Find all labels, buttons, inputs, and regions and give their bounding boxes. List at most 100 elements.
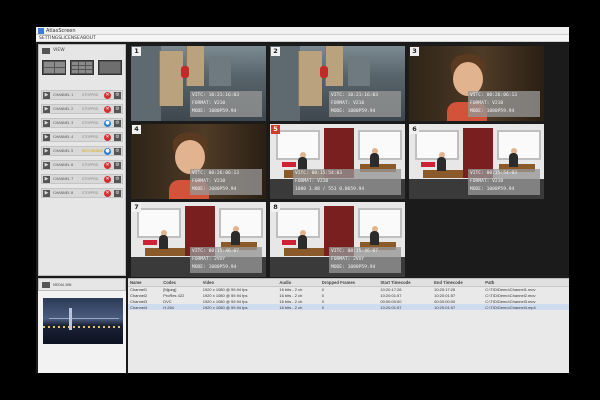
channel-name: CHANNEL 6 [53, 163, 74, 167]
gear-icon[interactable]: ⚙ [114, 120, 121, 127]
mode-line: MODE: 1080P59.94 [331, 265, 376, 270]
layout-3x3-button[interactable] [70, 60, 94, 75]
column-header[interactable]: End Timecode [432, 279, 484, 287]
signal-info-overlay: VITC: 00:15:54:03 FORMAT: V210 1080 1.08 /… [293, 169, 401, 195]
mode-line: MODE: 1080P59.94 [331, 109, 376, 114]
gear-icon[interactable]: ⚙ [114, 92, 121, 99]
vitc-line: VITC: 00:15:46:07 [331, 249, 379, 254]
channel-status: STOPPED [82, 135, 99, 139]
channel-preview-tile[interactable]: 3 VITC: 00:26:06:13 FORMAT: V210 MODE: 1080… [409, 46, 544, 121]
layout-2x2-button[interactable] [42, 60, 66, 75]
menu-settings[interactable]: SETTINGS [39, 35, 61, 42]
table-cell: C:\TID\Demo\Channel4.mp4 [483, 304, 569, 310]
menu-about[interactable]: ABOUT [80, 35, 96, 42]
channel-name: CHANNEL 2 [53, 107, 74, 111]
channel-number-badge: 1 [132, 47, 141, 56]
channel-panel: VIEW ▶ CHANNEL 1 STOPPED ✕ ⚙ ▶ CHANNEL 2 STOPPE… [38, 44, 126, 276]
record-icon[interactable]: ✕ [104, 176, 111, 183]
channel-name: CHANNEL 4 [53, 135, 74, 139]
record-icon[interactable]: ✕ [104, 106, 111, 113]
table-cell: 10:20:01:57 [378, 304, 433, 310]
record-icon[interactable]: ✕ [104, 162, 111, 169]
channel-name: CHANNEL 3 [53, 121, 74, 125]
channel-preview-tile[interactable]: 5 VITC: 00:15:54:03 FORMAT: V210 1080 1.08 … [270, 124, 405, 199]
play-icon[interactable]: ▶ [43, 162, 50, 169]
views-header: VIEW [39, 45, 125, 57]
gear-icon[interactable]: ⚙ [114, 148, 121, 155]
media-bin-label: MEDIA BIN [53, 283, 72, 287]
format-line: FORMAT: 2VUY [192, 257, 226, 262]
vitc-line: VITC: 10:21:16:03 [331, 93, 379, 98]
vitc-line: VITC: 00:26:06:13 [470, 93, 518, 98]
play-icon[interactable]: ▶ [43, 92, 50, 99]
gear-icon[interactable]: ⚙ [114, 162, 121, 169]
play-icon[interactable]: ▶ [43, 190, 50, 197]
channel-preview-tile[interactable]: 1 VITC: 10:21:16:03 FORMAT: V210 MODE: 1080… [131, 46, 266, 121]
channel-row[interactable]: ▶ CHANNEL 3 STOPPED ● ⚙ [41, 118, 123, 128]
media-thumbnail[interactable] [43, 298, 123, 344]
channel-status: STOPPED [82, 163, 99, 167]
table-cell: Channel4 [128, 304, 162, 310]
record-icon[interactable]: ● [104, 120, 111, 127]
channel-row[interactable]: ▶ CHANNEL 8 STOPPED ✕ ⚙ [41, 188, 123, 198]
gear-icon[interactable]: ⚙ [114, 134, 121, 141]
record-icon[interactable]: ✕ [104, 92, 111, 99]
channel-preview-tile[interactable]: 2 VITC: 10:21:16:03 FORMAT: V210 MODE: 1080… [270, 46, 405, 121]
channel-name: CHANNEL 7 [53, 177, 74, 181]
channel-status: STOPPED [82, 107, 99, 111]
format-line: FORMAT: 2VUY [331, 257, 365, 262]
play-icon[interactable]: ▶ [43, 148, 50, 155]
channel-preview-tile[interactable]: 4 VITC: 00:26:06:13 FORMAT: V210 MODE: 1080… [131, 124, 266, 199]
column-header[interactable]: Codec [161, 279, 201, 287]
layout-single-button[interactable] [98, 60, 122, 75]
column-header[interactable]: Name [128, 279, 162, 287]
play-icon[interactable]: ▶ [43, 134, 50, 141]
table-row[interactable]: Channel4 H.264 1920 x 1080 @ 59.94 fps 16 b… [128, 304, 569, 310]
channel-preview-tile[interactable]: 6 VITC: 00:15:54:03 FORMAT: V210 MODE: 1080… [409, 124, 544, 199]
column-header[interactable]: Start Timecode [378, 279, 433, 287]
app-window: AtlasScreen SETTINGS LICENSE ABOUT VIEW [36, 27, 569, 373]
channel-number-badge: 7 [132, 203, 141, 212]
record-icon[interactable]: ● [104, 148, 111, 155]
signal-info-overlay: VITC: 00:15:46:07 FORMAT: 2VUY MODE: 1080P… [329, 247, 401, 273]
view-icon [42, 48, 50, 54]
gear-icon[interactable]: ⚙ [114, 176, 121, 183]
play-icon[interactable]: ▶ [43, 176, 50, 183]
signal-info-overlay: VITC: 10:21:16:03 FORMAT: V210 MODE: 1080P… [329, 91, 401, 117]
channel-row[interactable]: ▶ CHANNEL 6 STOPPED ✕ ⚙ [41, 160, 123, 170]
column-header[interactable]: Audio [277, 279, 320, 287]
column-header[interactable]: Path [483, 279, 569, 287]
channel-number-badge: 6 [410, 125, 419, 134]
table-cell: 0 [319, 304, 379, 310]
column-header[interactable]: Dropped Frames [319, 279, 379, 287]
menu-license[interactable]: LICENSE [61, 35, 80, 42]
gear-icon[interactable]: ⚙ [114, 106, 121, 113]
format-line: FORMAT: V210 [331, 101, 365, 106]
vitc-line: VITC: 10:21:16:03 [192, 93, 240, 98]
record-icon[interactable]: ✕ [104, 190, 111, 197]
window-title: AtlasScreen [46, 28, 76, 34]
channel-status: STOPPED [82, 93, 99, 97]
mode-line: 1080 1.08 / 553 0.0659.94 [295, 187, 365, 192]
play-icon[interactable]: ▶ [43, 106, 50, 113]
format-line: FORMAT: V210 [192, 179, 226, 184]
channel-grid: 1 VITC: 10:21:16:03 FORMAT: V210 MODE: 1080… [129, 44, 569, 278]
format-line: FORMAT: V210 [470, 101, 504, 106]
channel-preview-tile[interactable]: 7 VITC: 00:15:46:07 FORMAT: 2VUY MODE: 1080… [131, 202, 266, 277]
menu-bar: SETTINGS LICENSE ABOUT [36, 35, 569, 42]
signal-info-overlay: VITC: 00:15:46:07 FORMAT: 2VUY MODE: 1080P… [190, 247, 262, 273]
vitc-line: VITC: 00:26:06:13 [192, 171, 240, 176]
gear-icon[interactable]: ⚙ [114, 190, 121, 197]
play-icon[interactable]: ▶ [43, 120, 50, 127]
mode-line: MODE: 1080P59.94 [192, 109, 237, 114]
channel-row[interactable]: ▶ CHANNEL 7 STOPPED ✕ ⚙ [41, 174, 123, 184]
record-icon[interactable]: ✕ [104, 134, 111, 141]
channel-row[interactable]: ▶ CHANNEL 4 STOPPED ✕ ⚙ [41, 132, 123, 142]
channel-row[interactable]: ▶ CHANNEL 5 RECORDING ● ⚙ [41, 146, 123, 156]
channel-row[interactable]: ▶ CHANNEL 2 STOPPED ✕ ⚙ [41, 104, 123, 114]
column-header[interactable]: Video [200, 279, 278, 287]
app-icon [38, 28, 44, 34]
channel-row[interactable]: ▶ CHANNEL 1 STOPPED ✕ ⚙ [41, 90, 123, 100]
signal-info-overlay: VITC: 00:15:54:03 FORMAT: V210 MODE: 1080P… [468, 169, 540, 195]
channel-preview-tile[interactable]: 8 VITC: 00:15:46:07 FORMAT: 2VUY MODE: 1080… [270, 202, 405, 277]
